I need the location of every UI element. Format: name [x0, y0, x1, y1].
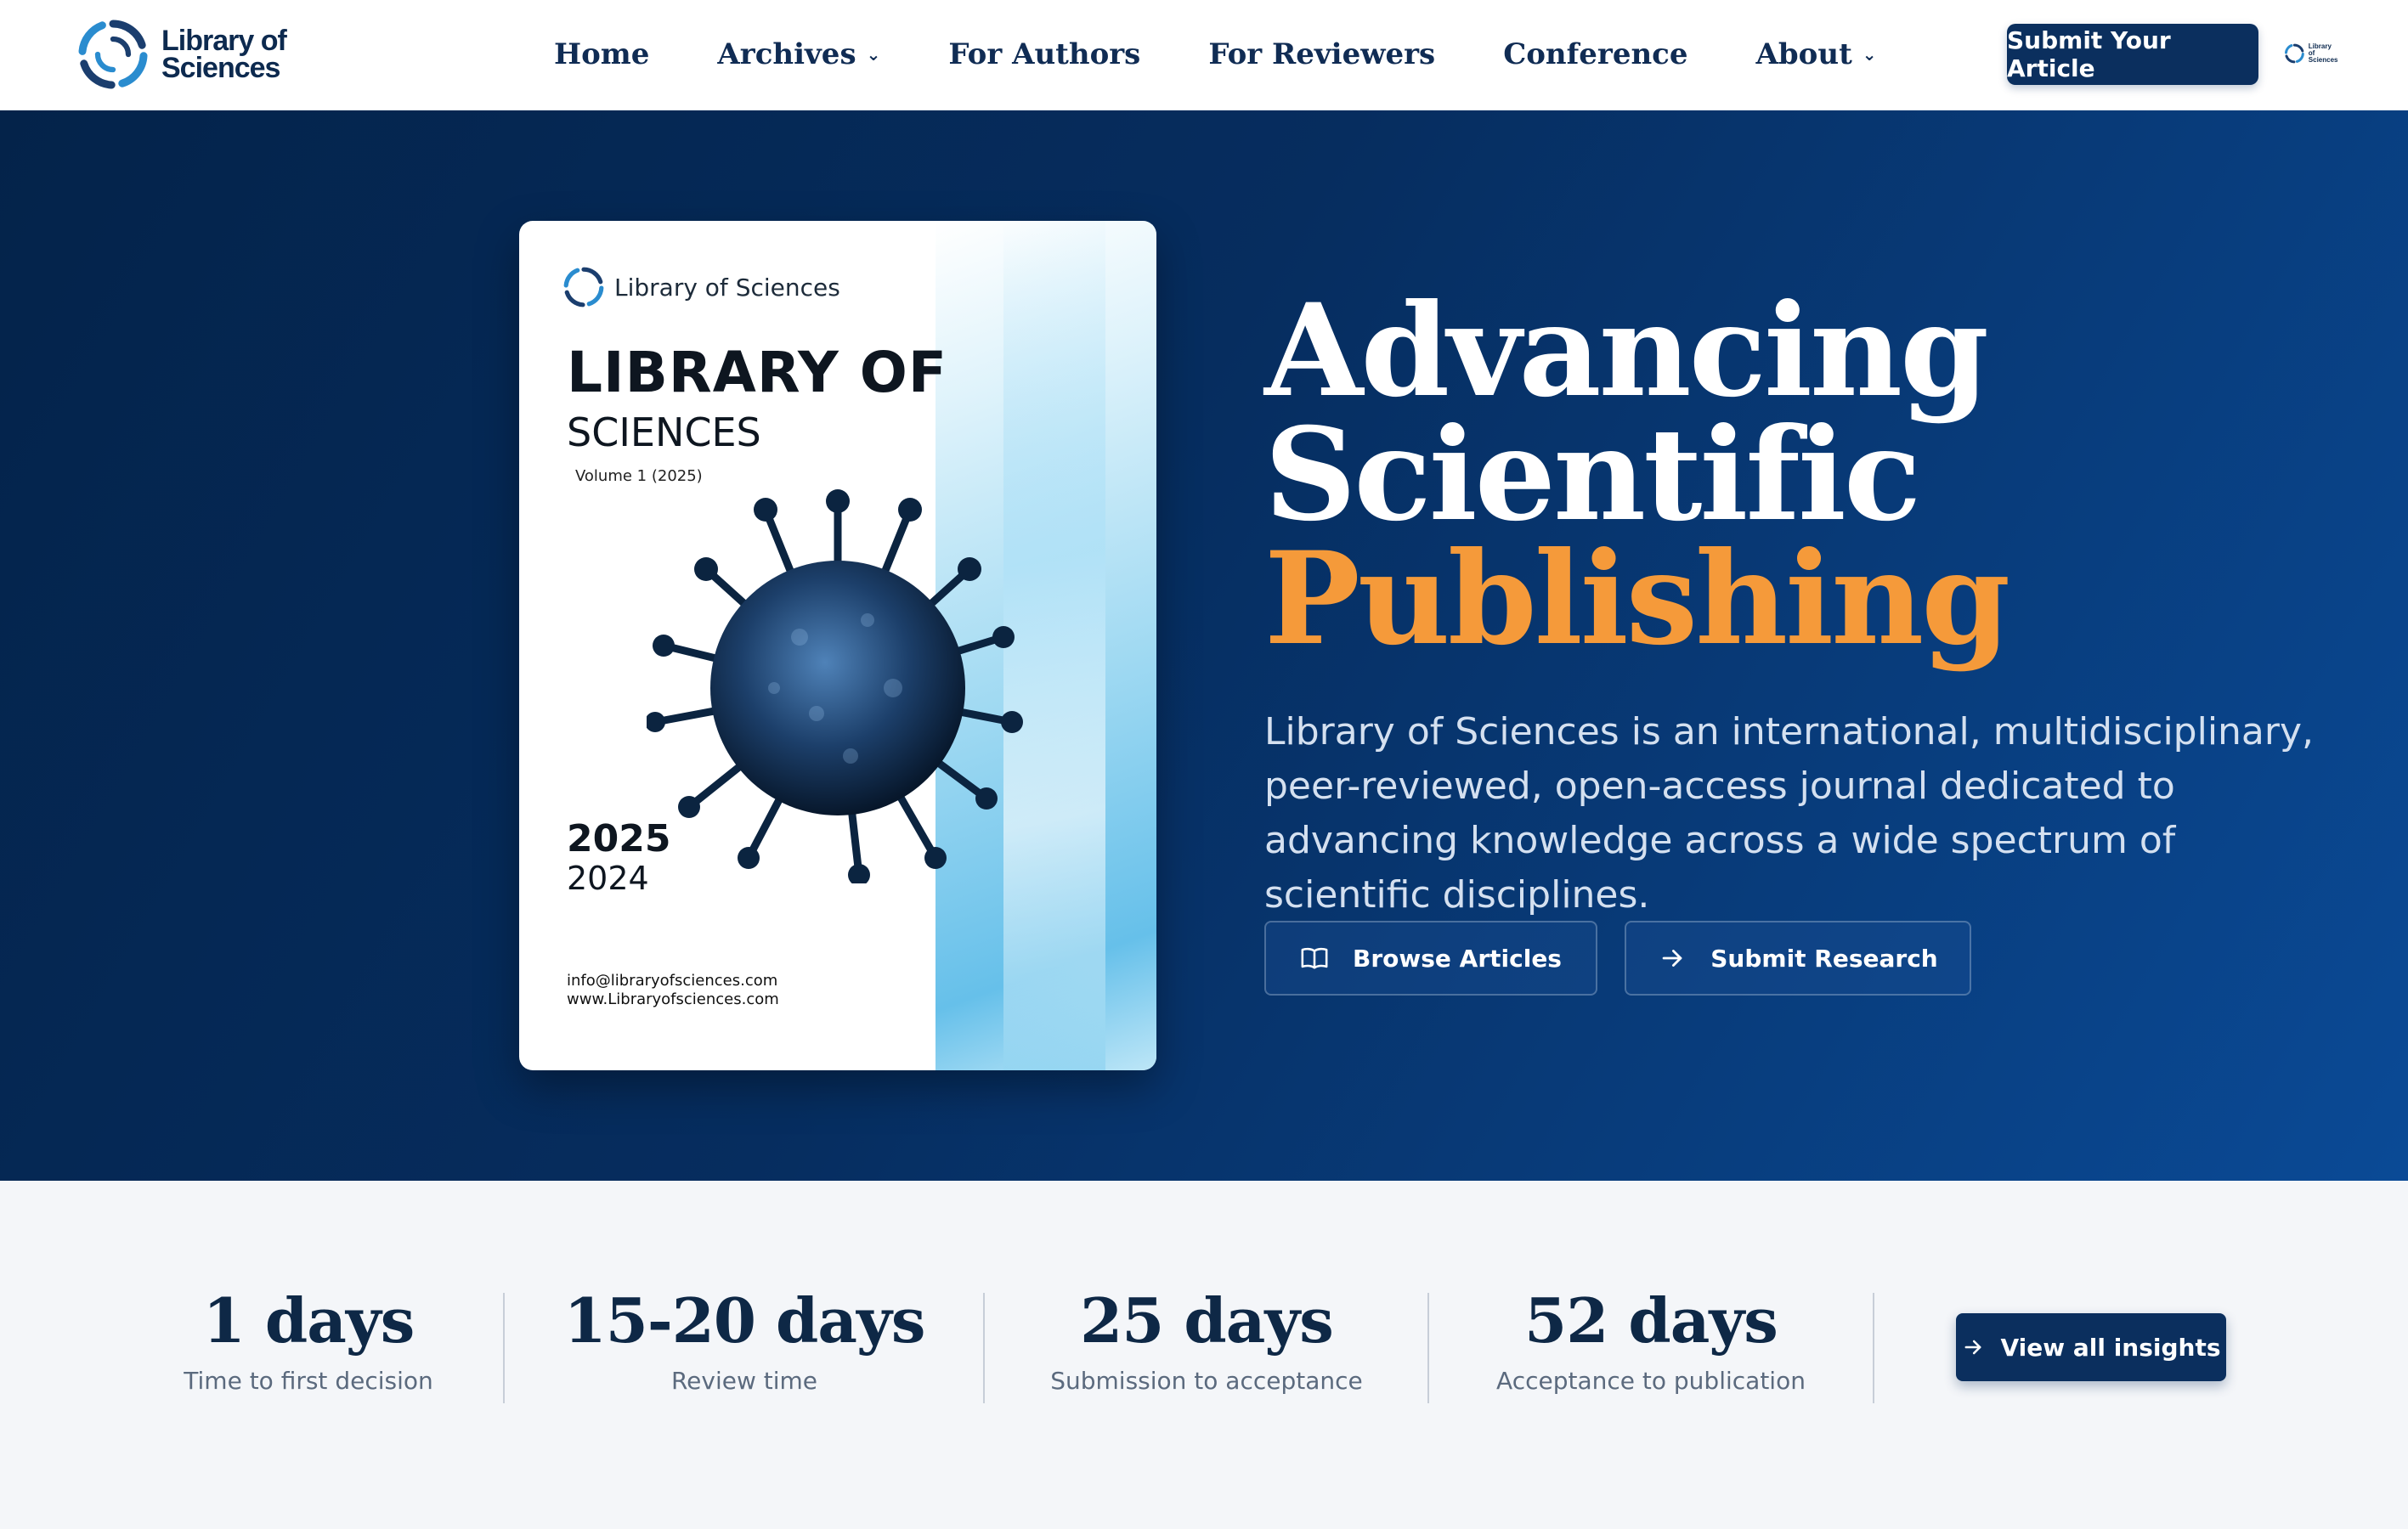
stat-submission-acceptance: 25 days Submission to acceptance	[1037, 1284, 1376, 1395]
site-logo[interactable]: Library of Sciences	[75, 14, 287, 95]
cover-subtitle: SCIENCES	[567, 409, 761, 455]
mini-logo[interactable]: Library of Sciences	[2284, 39, 2338, 68]
nav-for-reviewers-label: For Reviewers	[1208, 37, 1436, 71]
stat-label: Acceptance to publication	[1496, 1367, 1806, 1395]
nav-conference-label: Conference	[1503, 37, 1688, 71]
logo-swirl-icon	[2284, 43, 2304, 64]
stat-divider	[983, 1293, 985, 1403]
chevron-down-icon: ⌄	[866, 44, 881, 65]
hero-description: Library of Sciences is an international,…	[1264, 710, 2315, 917]
nav-conference[interactable]: Conference	[1503, 37, 1687, 71]
stat-value: 1 days	[202, 1284, 415, 1357]
logo-line-1: Library of	[161, 25, 287, 57]
cover-title: LIBRARY OF	[567, 340, 947, 405]
nav-home-label: Home	[554, 37, 650, 71]
book-open-icon	[1301, 947, 1328, 969]
view-insights-button[interactable]: View all insights	[1956, 1313, 2226, 1381]
hero-title-line-1: Advancing	[1264, 276, 1989, 426]
logo-swirl-icon	[78, 20, 148, 89]
nav-home[interactable]: Home	[554, 37, 649, 71]
logo-line-2: Sciences	[161, 52, 280, 84]
stat-acceptance-publication: 52 days Acceptance to publication	[1481, 1284, 1821, 1395]
cover-email: info@libraryofsciences.com	[567, 972, 778, 990]
hero-title-accent: Publishing	[1264, 524, 2010, 674]
stat-divider	[1427, 1293, 1429, 1403]
stat-value: 15-20 days	[563, 1284, 926, 1357]
main-nav: Home Archives ⌄ For Authors For Reviewer…	[554, 0, 1945, 109]
submit-article-button[interactable]: Submit Your Article	[2007, 24, 2258, 85]
hero-title-line-2: Scientific	[1264, 400, 1921, 550]
browse-articles-button[interactable]: Browse Articles	[1264, 921, 1597, 996]
logo-swirl-icon	[563, 267, 604, 307]
mini-logo-line-2: Sciences	[2308, 56, 2338, 64]
stat-label: Submission to acceptance	[1050, 1367, 1363, 1395]
nav-for-reviewers[interactable]: For Reviewers	[1208, 37, 1435, 71]
stat-label: Time to first decision	[184, 1367, 433, 1395]
cover-website: www.Libraryofsciences.com	[567, 990, 779, 1008]
hero-section: Library of Sciences LIBRARY OF SCIENCES …	[0, 110, 2408, 1181]
stat-review-time: 15-20 days Review time	[553, 1284, 936, 1395]
arrow-right-icon	[1662, 950, 1682, 967]
stat-divider	[503, 1293, 505, 1403]
nav-about[interactable]: About ⌄	[1756, 37, 1877, 71]
cover-year-primary: 2025	[567, 817, 671, 860]
nav-about-label: About	[1755, 37, 1852, 71]
stat-value: 52 days	[1524, 1284, 1778, 1357]
mini-logo-line-1: Library of	[2308, 42, 2332, 57]
submit-research-label: Submit Research	[1710, 944, 1938, 973]
nav-for-authors-label: For Authors	[948, 37, 1141, 71]
browse-articles-label: Browse Articles	[1353, 944, 1562, 973]
site-header: Library of Sciences Home Archives ⌄ For …	[0, 0, 2408, 110]
view-insights-label: View all insights	[2000, 1333, 2221, 1362]
stats-section: 1 days Time to first decision 15-20 days…	[0, 1181, 2408, 1529]
chevron-down-icon: ⌄	[1862, 44, 1877, 65]
cover-year-secondary: 2024	[567, 860, 649, 897]
stat-label: Review time	[670, 1367, 818, 1395]
logo-text: Library of Sciences	[161, 25, 287, 84]
arrow-right-icon	[1965, 1340, 1981, 1355]
cover-brand: Library of Sciences	[562, 265, 840, 309]
mini-logo-text: Library of Sciences	[2309, 43, 2338, 64]
virus-illustration	[647, 489, 1023, 883]
nav-for-authors[interactable]: For Authors	[948, 37, 1140, 71]
nav-archives[interactable]: Archives ⌄	[717, 37, 880, 71]
stat-first-decision: 1 days Time to first decision	[138, 1284, 478, 1395]
stat-value: 25 days	[1080, 1284, 1334, 1357]
stat-divider	[1873, 1293, 1874, 1403]
journal-cover: Library of Sciences LIBRARY OF SCIENCES …	[519, 221, 1156, 1070]
cover-brand-text: Library of Sciences	[614, 273, 840, 302]
submit-research-button[interactable]: Submit Research	[1625, 921, 1971, 996]
hero-title: Advancing Scientific Publishing	[1264, 276, 2010, 674]
nav-archives-label: Archives	[717, 37, 856, 71]
